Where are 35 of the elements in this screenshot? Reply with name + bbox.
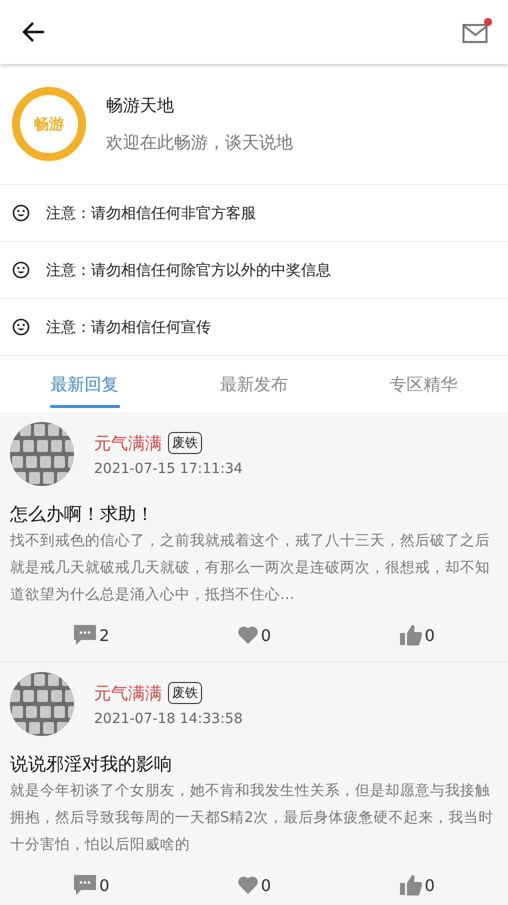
post-excerpt: 找不到戒色的信心了，之前我就戒着这个，戒了八十三天，然后破了之后就是戒几天就破戒几天就破，有那么一两次是连破两次，很想戒，却不知道欲望为什么总是涌入心中，抵挡不住心…: [10, 532, 491, 605]
thumbs-up-icon[interactable]: [398, 874, 423, 896]
forum-slogan: 欢迎在此畅游，谈天说地: [106, 132, 293, 154]
level-badge: 废铁: [168, 432, 202, 454]
level-badge: 废铁: [168, 682, 202, 704]
thumbs-up-icon[interactable]: [398, 624, 423, 646]
notice-text: 注意：请勿相信任何宣传: [46, 318, 211, 336]
notice-text: 注意：请勿相信任何非官方客服: [46, 204, 256, 222]
author-name[interactable]: 元气满满: [94, 432, 162, 454]
post-time: 2021-07-15 17:11:34: [94, 460, 243, 476]
heart-icon[interactable]: [236, 625, 259, 645]
mail-button[interactable]: [460, 18, 492, 46]
forum-name: 畅游天地: [106, 95, 175, 117]
post-time: 2021-07-18 14:33:58: [94, 710, 243, 726]
comment-count: 2: [99, 626, 110, 644]
smiley-icon: [12, 318, 30, 336]
post-excerpt: 就是今年初谈了个女朋友，她不肯和我发生性关系，但是却愿意与我接触拥抱，然后导致我每周的一天都S精2次，最后身体疲惫硬不起来，我当时十分害怕，怕以后阳威啥的: [10, 782, 494, 855]
favorite-count: 0: [260, 876, 272, 894]
notice-text: 注意：请勿相信任何除官方以外的中奖信息: [46, 260, 331, 280]
post-title[interactable]: 说说邪淫对我的影响: [10, 752, 498, 776]
smiley-icon: [12, 204, 30, 222]
tab[interactable]: 最新发布: [169, 356, 339, 412]
heart-icon[interactable]: [236, 875, 259, 895]
like-count: 0: [424, 876, 435, 894]
like-count: 0: [424, 626, 435, 644]
author-name[interactable]: 元气满满: [94, 682, 162, 704]
tab[interactable]: 专区精华: [338, 356, 508, 412]
comment-count: 0: [99, 876, 110, 894]
forum-logo: 畅游: [12, 87, 86, 161]
smiley-icon: [12, 261, 30, 279]
tab[interactable]: 最新回复: [0, 356, 170, 412]
comment-icon[interactable]: [73, 874, 98, 896]
post-title[interactable]: 怎么办啊！求助！: [10, 502, 498, 526]
favorite-count: 0: [260, 626, 272, 644]
comment-icon[interactable]: [73, 624, 98, 646]
